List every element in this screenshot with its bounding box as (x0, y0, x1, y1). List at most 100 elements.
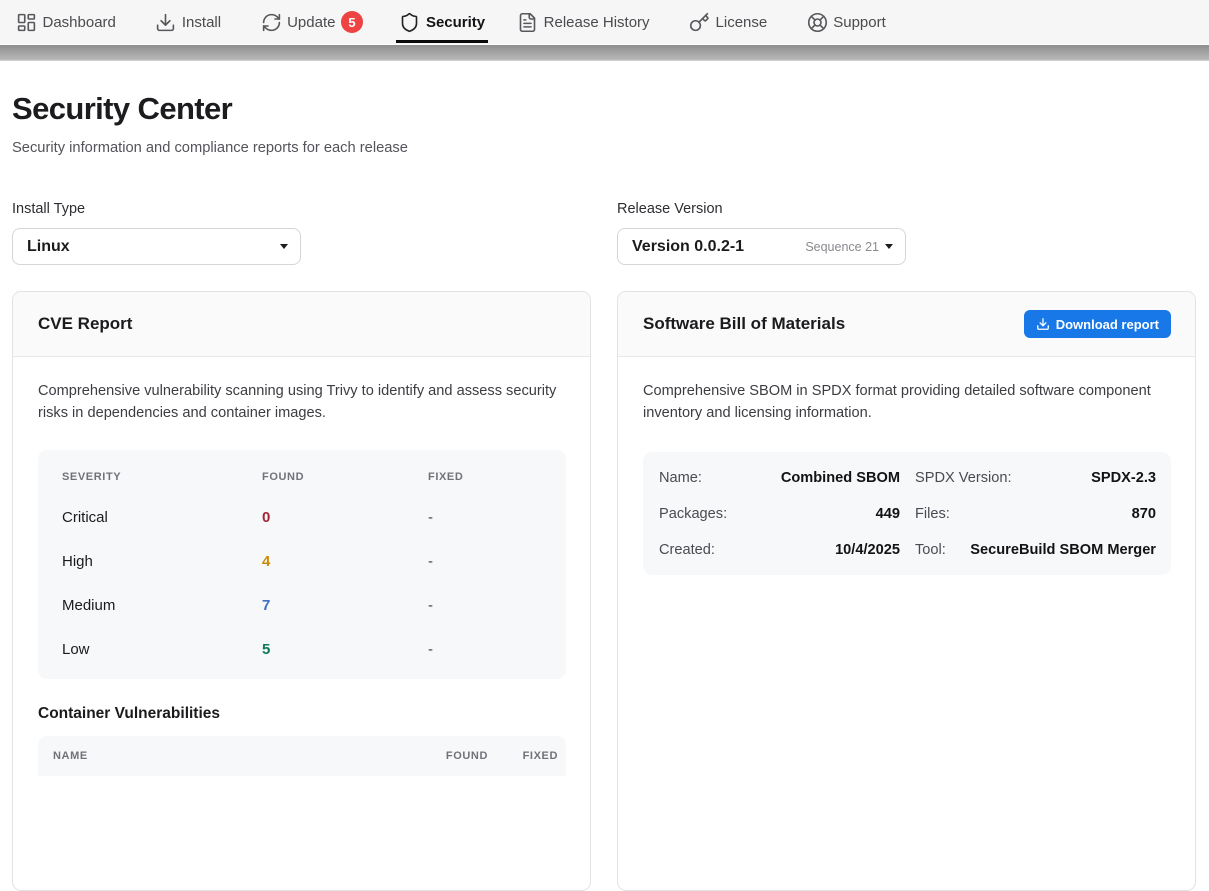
chevron-down-icon (280, 244, 288, 249)
info-value: Combined SBOM (781, 470, 900, 486)
sbom-description: Comprehensive SBOM in SPDX format provid… (643, 381, 1171, 424)
info-label: Tool: (915, 542, 946, 558)
release-version-meta: Sequence 21 (805, 240, 879, 254)
cve-description: Comprehensive vulnerability scanning usi… (38, 381, 566, 424)
sbom-tool: Tool: SecureBuild SBOM Merger (915, 542, 1156, 558)
col-fixed: FIXED (428, 471, 542, 483)
severity-row-critical: Critical 0 - (38, 495, 566, 539)
sbom-info-grid: Name: Combined SBOM SPDX Version: SPDX-2… (643, 452, 1171, 575)
col-severity: SEVERITY (62, 471, 262, 483)
download-report-button[interactable]: Download report (1024, 310, 1171, 338)
divider-band (0, 45, 1209, 61)
col-fixed: FIXED (488, 750, 558, 762)
sbom-card: Software Bill of Materials Download repo… (617, 291, 1196, 891)
info-label: Name: (659, 470, 702, 486)
sbom-packages: Packages: 449 (659, 506, 900, 522)
info-label: Created: (659, 542, 715, 558)
life-buoy-icon (807, 12, 828, 33)
tab-label: Support (833, 14, 886, 31)
tab-label: Install (182, 14, 221, 31)
col-found: FOUND (398, 750, 488, 762)
fixed-count: - (428, 641, 542, 658)
sbom-info-row: Created: 10/4/2025 Tool: SecureBuild SBO… (659, 532, 1156, 568)
release-version-value: Version 0.0.2-1 (632, 238, 744, 256)
sbom-info-row: Packages: 449 Files: 870 (659, 496, 1156, 532)
sbom-name: Name: Combined SBOM (659, 470, 900, 486)
col-name: NAME (53, 750, 398, 762)
cve-card-body: Comprehensive vulnerability scanning usi… (13, 357, 590, 800)
info-label: Files: (915, 506, 950, 522)
install-type-value: Linux (27, 238, 70, 256)
tab-label: License (716, 14, 768, 31)
sbom-card-header: Software Bill of Materials Download repo… (618, 292, 1195, 357)
severity-row-medium: Medium 7 - (38, 583, 566, 627)
page-subtitle: Security information and compliance repo… (12, 140, 1196, 156)
tab-label: Release History (544, 14, 650, 31)
sbom-created: Created: 10/4/2025 (659, 542, 900, 558)
severity-row-low: Low 5 - (38, 627, 566, 671)
container-table-header: NAME FOUND FIXED (38, 736, 566, 776)
shield-icon (399, 12, 420, 33)
severity-label: Critical (62, 509, 262, 526)
tab-label: Security (426, 14, 485, 31)
cve-report-card: CVE Report Comprehensive vulnerability s… (12, 291, 591, 891)
found-count: 7 (262, 597, 428, 614)
sbom-card-body: Comprehensive SBOM in SPDX format provid… (618, 357, 1195, 599)
tab-security[interactable]: Security (396, 0, 488, 44)
severity-table-header: SEVERITY FOUND FIXED (38, 458, 566, 495)
install-type-select[interactable]: Linux (12, 228, 301, 265)
found-count: 0 (262, 509, 428, 526)
info-label: SPDX Version: (915, 470, 1012, 486)
tab-release-history[interactable]: Release History (511, 0, 655, 44)
top-navigation: Dashboard Install Update 5 Security Rele… (0, 0, 1209, 45)
tab-install[interactable]: Install (149, 0, 227, 44)
sbom-card-title: Software Bill of Materials (643, 314, 845, 334)
info-label: Packages: (659, 506, 727, 522)
layout-dashboard-icon (16, 12, 37, 33)
release-version-group: Release Version Version 0.0.2-1 Sequence… (617, 201, 1196, 265)
severity-label: Medium (62, 597, 262, 614)
download-report-label: Download report (1056, 317, 1159, 332)
severity-label: High (62, 553, 262, 570)
info-value: SPDX-2.3 (1091, 470, 1156, 486)
cards-row: CVE Report Comprehensive vulnerability s… (12, 291, 1196, 891)
sbom-spdx-version: SPDX Version: SPDX-2.3 (915, 470, 1156, 486)
key-icon (689, 12, 710, 33)
file-text-icon (517, 12, 538, 33)
found-count: 5 (262, 641, 428, 658)
release-version-label: Release Version (617, 201, 1196, 217)
install-type-group: Install Type Linux (12, 201, 591, 265)
download-icon (155, 12, 176, 33)
info-value: 10/4/2025 (835, 542, 900, 558)
fixed-count: - (428, 509, 542, 526)
severity-table: SEVERITY FOUND FIXED Critical 0 - High 4… (38, 450, 566, 679)
install-type-label: Install Type (12, 201, 591, 217)
release-version-select[interactable]: Version 0.0.2-1 Sequence 21 (617, 228, 906, 265)
cve-card-title: CVE Report (38, 314, 132, 334)
page-title: Security Center (12, 91, 1196, 127)
sbom-info-row: Name: Combined SBOM SPDX Version: SPDX-2… (659, 460, 1156, 496)
main-content: Security Center Security information and… (0, 91, 1209, 891)
info-value: SecureBuild SBOM Merger (970, 542, 1156, 558)
fixed-count: - (428, 597, 542, 614)
tab-dashboard[interactable]: Dashboard (10, 0, 122, 44)
download-icon (1036, 317, 1050, 331)
tab-label: Dashboard (43, 14, 116, 31)
container-vulnerabilities-title: Container Vulnerabilities (38, 705, 566, 723)
filters-row: Install Type Linux Release Version Versi… (12, 201, 1196, 265)
fixed-count: - (428, 553, 542, 570)
col-found: FOUND (262, 471, 428, 483)
tab-label: Update (287, 14, 335, 31)
info-value: 449 (876, 506, 900, 522)
severity-row-high: High 4 - (38, 539, 566, 583)
chevron-down-icon (885, 244, 893, 249)
tab-license[interactable]: License (683, 0, 773, 44)
found-count: 4 (262, 553, 428, 570)
container-vulnerabilities-table: NAME FOUND FIXED (38, 736, 566, 776)
refresh-icon (261, 12, 282, 33)
info-value: 870 (1132, 506, 1156, 522)
tab-support[interactable]: Support (801, 0, 892, 44)
cve-card-header: CVE Report (13, 292, 590, 357)
tab-update[interactable]: Update 5 (255, 0, 369, 44)
severity-label: Low (62, 641, 262, 658)
